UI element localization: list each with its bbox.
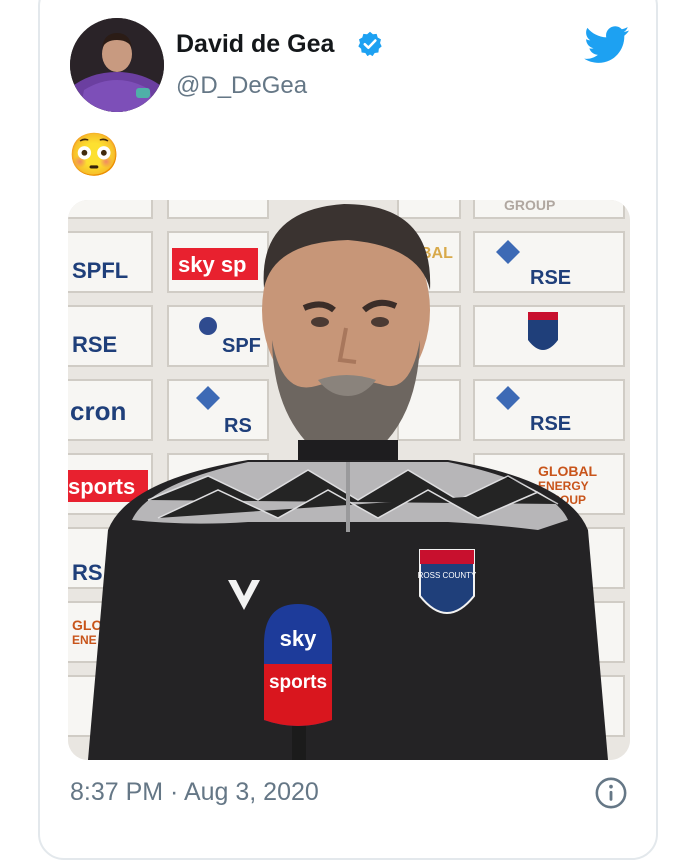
board-text: SPFL (72, 258, 128, 283)
board-text: RS (72, 560, 103, 585)
svg-text:GLO: GLO (72, 617, 102, 633)
handle[interactable]: @D_DeGea (176, 72, 307, 100)
avatar[interactable] (70, 18, 164, 112)
board-text: SPF (222, 335, 261, 357)
mic-label-bottom: sports (269, 672, 327, 693)
tweet-photo[interactable]: SPFL sky sp BAL RSE SPF RSE cron RS RSE … (68, 200, 630, 760)
twitter-bird-icon[interactable] (584, 26, 630, 64)
display-name[interactable]: David de Gea (176, 30, 334, 59)
board-text: GLOBAL (538, 463, 598, 479)
mic-label-top: sky (280, 626, 317, 651)
board-text: RSE (530, 413, 571, 435)
verified-badge-icon (358, 31, 382, 57)
board-text: GROUP (504, 200, 555, 213)
svg-text:RSE: RSE (72, 332, 117, 357)
crest-text: ROSS COUNTY (418, 571, 477, 580)
flushed-face-emoji: 😳 (68, 131, 121, 178)
board-text: RSE (530, 267, 571, 289)
board-text: sky sp (178, 252, 247, 277)
timestamp[interactable]: 8:37 PM · Aug 3, 2020 (70, 778, 319, 807)
svg-text:ENE: ENE (72, 633, 97, 647)
board-text: cron (70, 396, 126, 426)
board-text: sports (68, 474, 135, 499)
board-text: RS (224, 415, 252, 437)
info-icon[interactable] (594, 776, 628, 810)
